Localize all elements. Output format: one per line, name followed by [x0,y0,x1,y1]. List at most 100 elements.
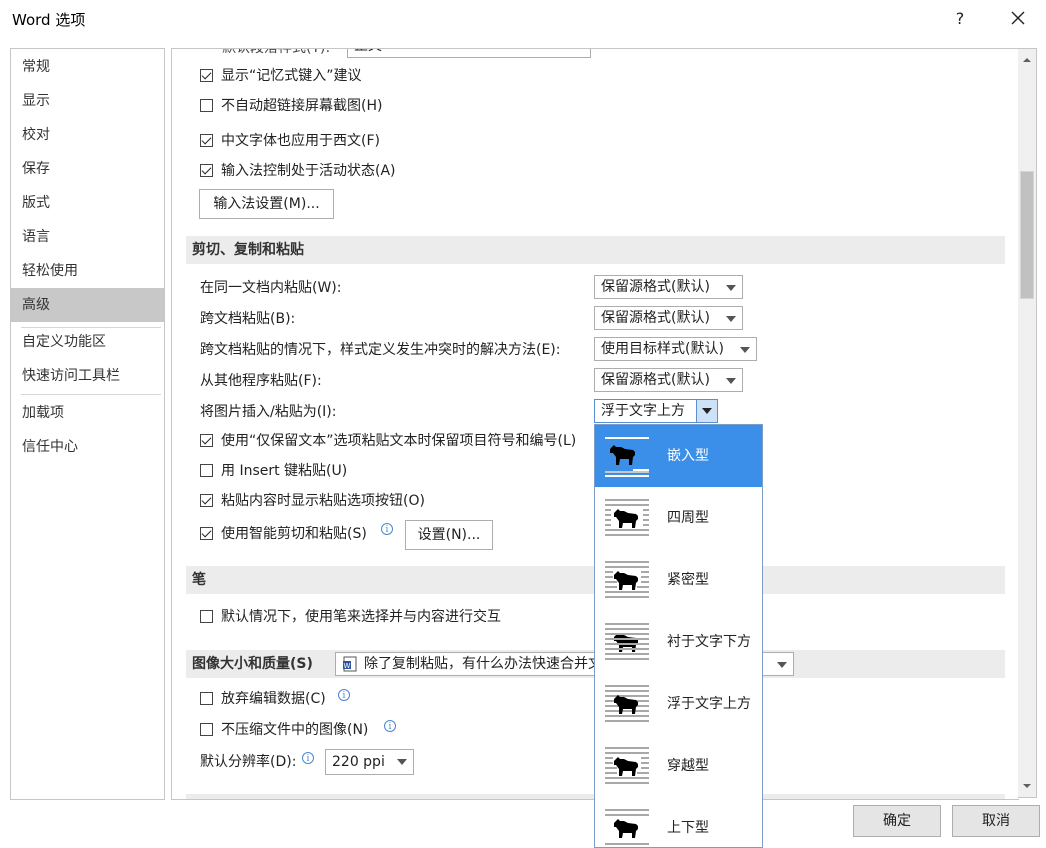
wrap-option-label: 穿越型 [667,758,709,774]
wrap-option-square[interactable]: 四周型 [595,487,762,549]
chevron-down-icon [726,316,736,322]
keep-bullets-checkbox[interactable] [200,434,213,447]
ime-control-label: 输入法控制处于活动状态(A) [221,163,396,179]
insert-key-label: 用 Insert 键粘贴(U) [221,463,348,479]
style-conflict-dropdown[interactable]: 使用目标样式(默认) [594,337,757,361]
sidebar-divider [21,394,161,395]
vertical-scrollbar[interactable] [1018,48,1037,798]
close-button[interactable] [1004,4,1032,32]
paste-cross-doc-dropdown[interactable]: 保留源格式(默认) [594,306,743,330]
paste-other-program-value: 保留源格式(默认) [601,372,710,388]
insert-picture-value: 浮于文字上方 [601,403,685,419]
style-conflict-label: 跨文档粘贴的情况下，样式定义发生冲突时的解决方法(E): [200,342,561,358]
insert-key-checkbox[interactable] [200,464,213,477]
chevron-down-icon [726,378,736,384]
sidebar: 常规 显示 校对 保存 版式 语言 轻松使用 高级 自定义功能区 快速访问工具栏… [10,48,165,800]
scroll-thumb[interactable] [1020,171,1034,299]
wrap-option-through[interactable]: 穿越型 [595,735,762,797]
paste-same-doc-label: 在同一文档内粘贴(W): [200,280,342,296]
smart-cut-checkbox[interactable] [200,527,213,540]
chevron-down-icon [397,759,407,765]
chevron-up-icon [1023,58,1031,62]
sidebar-item-quick-access[interactable]: 快速访问工具栏 [11,359,164,393]
ime-settings-button[interactable]: 输入法设置(M)... [199,189,334,219]
no-hyperlink-screenshot-label: 不自动超链接屏幕截图(H) [221,98,383,114]
behind-text-icon [605,623,649,660]
cancel-button[interactable]: 取消 [952,805,1040,837]
sidebar-item-advanced[interactable]: 高级 [11,288,164,322]
chinese-font-western-checkbox[interactable] [200,134,213,147]
chevron-down-icon [726,285,736,291]
wrap-option-top-bottom[interactable]: 上下型 [595,797,762,847]
wrap-option-inline[interactable]: 嵌入型 [595,425,762,487]
paste-same-doc-value: 保留源格式(默认) [601,279,710,295]
no-compress-label: 不压缩文件中的图像(N) [221,722,369,738]
paste-same-doc-dropdown[interactable]: 保留源格式(默认) [594,275,743,299]
close-icon [1011,11,1025,25]
wrap-option-label: 嵌入型 [667,448,709,464]
wrap-style-list[interactable]: 嵌入型 四周型 紧密型 衬于文字下方 浮于文字上方 穿越型 上下型 [594,424,763,848]
no-compress-checkbox[interactable] [200,723,213,736]
image-quality-document-value: 除了复制粘贴，有什么办法快速合并文档 [364,656,616,672]
info-icon[interactable]: i [302,752,314,764]
sidebar-item-save[interactable]: 保存 [11,152,164,186]
style-conflict-value: 使用目标样式(默认) [601,341,724,357]
sidebar-item-addins[interactable]: 加载项 [11,396,164,430]
default-resolution-dropdown[interactable]: 220 ppi [325,749,414,775]
window-title: Word 选项 [12,11,86,29]
paste-other-program-label: 从其他程序粘贴(F): [200,373,322,389]
ime-control-checkbox[interactable] [200,164,213,177]
scroll-down-button[interactable] [1018,777,1036,795]
default-paragraph-style-dropdown[interactable]: 正文 [347,49,591,58]
in-front-text-icon [605,685,649,722]
chevron-down-icon [777,662,787,668]
show-autocomplete-label: 显示“记忆式键入”建议 [221,68,362,84]
insert-picture-label: 将图片插入/粘贴为(I): [200,404,337,420]
chevron-down-icon [702,408,712,414]
wrap-option-behind-text[interactable]: 衬于文字下方 [595,611,762,673]
sidebar-item-trust-center[interactable]: 信任中心 [11,430,164,464]
sidebar-item-language[interactable]: 语言 [11,220,164,254]
default-resolution-label: 默认分辨率(D): [200,754,297,770]
wrap-option-label: 上下型 [667,820,709,836]
wrap-option-label: 紧密型 [667,572,709,588]
scroll-up-button[interactable] [1018,51,1036,69]
word-document-icon: W [343,656,357,672]
sidebar-item-accessibility[interactable]: 轻松使用 [11,254,164,288]
through-wrap-icon [605,747,649,784]
wrap-option-label: 浮于文字上方 [667,696,751,712]
dropdown-toggle[interactable] [696,400,717,422]
sidebar-item-typography[interactable]: 版式 [11,186,164,220]
info-icon[interactable]: i [381,523,393,535]
sidebar-item-general[interactable]: 常规 [11,50,164,84]
paste-cross-doc-label: 跨文档粘贴(B): [200,311,296,327]
default-paragraph-style-label: 默认段落样式(Y): [222,48,331,56]
insert-picture-dropdown[interactable]: 浮于文字上方 [594,399,718,423]
use-pen-label: 默认情况下，使用笔来选择并与内容进行交互 [221,609,501,625]
square-wrap-icon [605,499,649,536]
no-hyperlink-screenshot-checkbox[interactable] [200,99,213,112]
chinese-font-western-label: 中文字体也应用于西文(F) [221,133,380,149]
show-autocomplete-checkbox[interactable] [200,69,213,82]
sidebar-item-proofing[interactable]: 校对 [11,118,164,152]
wrap-option-in-front-text[interactable]: 浮于文字上方 [595,673,762,735]
wrap-option-label: 衬于文字下方 [667,634,751,650]
smart-cut-label: 使用智能剪切和粘贴(S) [221,526,367,542]
section-header-cut-copy-paste: 剪切、复制和粘贴 [186,236,1005,264]
info-icon[interactable]: i [384,720,396,732]
paste-other-program-dropdown[interactable]: 保留源格式(默认) [594,368,743,392]
ok-button[interactable]: 确定 [853,805,941,837]
inline-wrap-icon [605,437,649,477]
smart-cut-settings-button[interactable]: 设置(N)... [405,520,493,550]
info-icon[interactable]: i [338,689,350,701]
chevron-down-icon [740,347,750,353]
wrap-option-tight[interactable]: 紧密型 [595,549,762,611]
sidebar-item-customize-ribbon[interactable]: 自定义功能区 [11,325,164,359]
help-button[interactable]: ? [948,6,972,32]
show-paste-options-checkbox[interactable] [200,494,213,507]
use-pen-checkbox[interactable] [200,610,213,623]
sidebar-item-display[interactable]: 显示 [11,84,164,118]
title-bar: Word 选项 ? [0,0,1046,40]
discard-edit-data-label: 放弃编辑数据(C) [221,691,326,707]
discard-edit-data-checkbox[interactable] [200,692,213,705]
